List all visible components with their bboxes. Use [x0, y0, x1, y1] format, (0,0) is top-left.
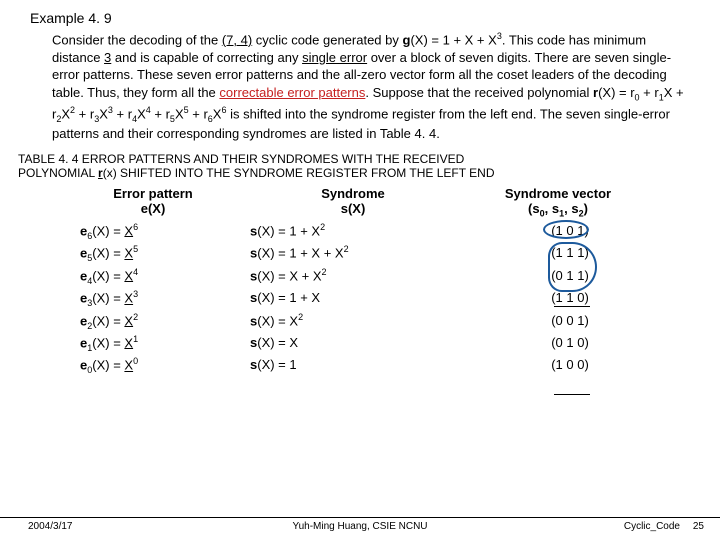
- t: Consider the decoding of the: [52, 32, 222, 47]
- annotation-circle-icon: [68, 378, 90, 393]
- footer-page: 25: [693, 521, 704, 532]
- table-body: e6(X) = X6s(X) = 1 + X2(1 0 1)e5(X) = X5…: [68, 221, 702, 378]
- syndrome-table: Error pattern e(X) Syndrome s(X) Syndrom…: [68, 186, 702, 435]
- correctable-patterns: correctable error patterns: [219, 85, 365, 100]
- error-pattern-cell: e1(X) = X1: [68, 333, 250, 355]
- error-pattern-cell: e0(X) = X0: [68, 355, 250, 377]
- t: X: [61, 106, 70, 121]
- intro-paragraph: Consider the decoding of the (7, 4) cycl…: [52, 30, 694, 142]
- h: , s: [545, 201, 559, 216]
- footer-right: Cyclic_Code: [624, 521, 680, 532]
- t: + r: [75, 106, 94, 121]
- cap2: POLYNOMIAL: [18, 166, 98, 180]
- t: (X) = 1 + X + X: [410, 32, 496, 47]
- syndrome-vector-cell: (0 0 1): [480, 311, 660, 333]
- t: + r: [189, 106, 208, 121]
- t: and is capable of correcting any: [111, 50, 302, 65]
- code-params: (7, 4): [222, 32, 252, 47]
- table-row: e4(X) = X4s(X) = X + X2(0 1 1): [68, 266, 702, 288]
- h: Syndrome: [321, 186, 385, 201]
- hdr-vector: Syndrome vector (s0, s1, s2): [468, 186, 648, 221]
- syndrome-cell: s(X) = 1 + X2: [250, 221, 480, 243]
- syndrome-cell: s(X) = X2: [250, 311, 480, 333]
- syndrome-cell: s(X) = 1 + X + X2: [250, 243, 480, 265]
- table-header: Error pattern e(X) Syndrome s(X) Syndrom…: [68, 186, 702, 221]
- t: cyclic code generated by: [252, 32, 402, 47]
- h: , s: [564, 201, 578, 216]
- footer-center: Yuh-Ming Huang, CSIE NCNU: [0, 521, 720, 532]
- error-pattern-cell: e5(X) = X5: [68, 243, 250, 265]
- h: e(X): [141, 201, 166, 216]
- t: X: [99, 106, 108, 121]
- annotation-circle-icon: [543, 220, 589, 239]
- syndrome-vector-cell: (1 1 1): [480, 243, 660, 265]
- t: X: [137, 106, 146, 121]
- h: (s: [528, 201, 540, 216]
- hdr-syndrome: Syndrome s(X): [238, 186, 468, 221]
- example-title: Example 4. 9: [30, 10, 702, 26]
- t: + r: [113, 106, 132, 121]
- syndrome-cell: s(X) = 1 + X: [250, 288, 480, 310]
- table-caption: TABLE 4. 4 ERROR PATTERNS AND THEIR SYND…: [18, 152, 702, 180]
- h: ): [584, 201, 588, 216]
- t: + r: [640, 85, 659, 100]
- error-pattern-cell: e2(X) = X2: [68, 311, 250, 333]
- syndrome-vector-cell: (1 0 1): [480, 221, 660, 243]
- syndrome-cell: s(X) = X: [250, 333, 480, 355]
- footer: 2004/3/17 Yuh-Ming Huang, CSIE NCNU Cycl…: [0, 517, 720, 532]
- t: . Suppose that the received polynomial: [365, 85, 593, 100]
- h: Error pattern: [113, 186, 192, 201]
- syndrome-cell: s(X) = 1: [250, 355, 480, 377]
- error-pattern-cell: e6(X) = X6: [68, 221, 250, 243]
- single-error: single error: [302, 50, 367, 65]
- annotation-circle-icon: [68, 393, 86, 435]
- cap2b: (x) SHIFTED INTO THE SYNDROME REGISTER F…: [103, 166, 495, 180]
- h: Syndrome vector: [505, 186, 611, 201]
- syndrome-cell: s(X) = X + X2: [250, 266, 480, 288]
- h: s(X): [341, 201, 366, 216]
- table-row: e1(X) = X1s(X) = X(0 1 0): [68, 333, 702, 355]
- error-pattern-cell: e4(X) = X4: [68, 266, 250, 288]
- t: + r: [151, 106, 170, 121]
- t: X: [175, 106, 184, 121]
- syndrome-vector-cell: (1 0 0): [480, 355, 660, 377]
- table-row: e3(X) = X3s(X) = 1 + X(1 1 0): [68, 288, 702, 310]
- cap1: TABLE 4. 4 ERROR PATTERNS AND THEIR SYND…: [18, 152, 464, 166]
- hdr-error: Error pattern e(X): [68, 186, 238, 221]
- syndrome-vector-cell: (0 1 0): [480, 333, 660, 355]
- annotation-underline: [554, 394, 590, 395]
- footer-date: 2004/3/17: [28, 521, 73, 532]
- syndrome-vector-cell: (1 1 0): [480, 288, 660, 310]
- table-row: e0(X) = X0s(X) = 1(1 0 0): [68, 355, 702, 377]
- table-row: e5(X) = X5s(X) = 1 + X + X2(1 1 1): [68, 243, 702, 265]
- error-pattern-cell: e3(X) = X3: [68, 288, 250, 310]
- annotation-underline: [554, 306, 590, 307]
- table-row: e6(X) = X6s(X) = 1 + X2(1 0 1): [68, 221, 702, 243]
- syndrome-vector-cell: (0 1 1): [480, 266, 660, 288]
- t: (X) = r: [598, 85, 634, 100]
- table-row: e2(X) = X2s(X) = X2(0 0 1): [68, 311, 702, 333]
